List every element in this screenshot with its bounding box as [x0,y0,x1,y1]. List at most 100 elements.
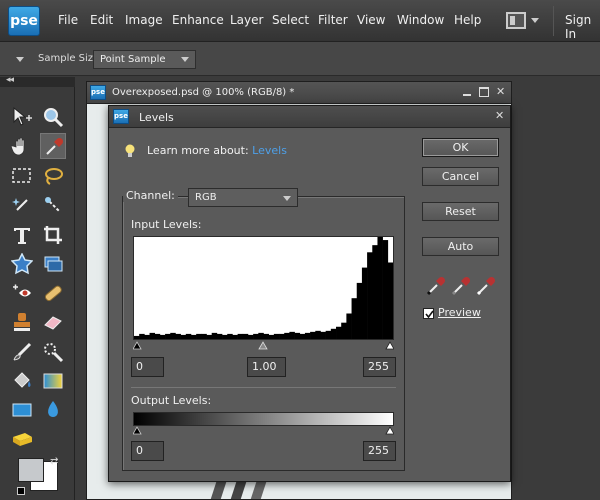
input-gamma-handle[interactable] [258,341,268,350]
straighten-tool-icon[interactable] [40,251,66,277]
workspace-switcher[interactable] [502,9,546,33]
brush-tool-icon[interactable] [9,339,35,365]
red-eye-tool-icon[interactable] [9,280,35,306]
histogram-bar [201,333,207,339]
app-window: pse File Edit Image Enhance Layer Select… [0,0,600,500]
histogram-bar [216,333,223,339]
learn-more-prefix: Learn more about: [147,144,253,157]
sample-size-value: Point Sample [100,54,166,65]
menu-image[interactable]: Image [125,13,163,27]
chevron-down-icon [283,196,291,201]
preview-checkbox[interactable] [423,308,434,319]
menu-select[interactable]: Select [272,13,309,27]
menu-layer[interactable]: Layer [230,13,263,27]
histogram-bar [134,335,140,339]
output-levels-label: Output Levels: [131,394,212,407]
tool-options-bar: Sample Size: Point Sample [0,42,600,76]
cancel-button[interactable]: Cancel [422,167,499,186]
histogram-bar [196,333,202,339]
maximize-icon[interactable] [479,87,489,97]
histogram-bar [211,332,218,339]
output-white-field[interactable]: 255 [363,441,396,461]
output-white-handle[interactable] [385,426,394,435]
menu-enhance[interactable]: Enhance [172,13,224,27]
swap-colors-icon[interactable]: ⇄ [50,456,58,467]
hand-tool-icon[interactable] [9,133,35,159]
levels-title-bar[interactable]: pse Levels ✕ [109,106,510,128]
input-black-handle[interactable] [133,341,142,350]
move-tool-icon[interactable] [9,104,35,130]
histogram-bar [382,240,389,339]
collapse-arrows-icon: ◂◂ [6,75,14,85]
paint-bucket-tool-icon[interactable] [9,368,35,394]
histogram-bar [372,245,378,339]
type-tool-icon[interactable] [9,222,35,248]
input-gamma-field[interactable]: 1.00 [247,357,286,377]
input-white-field[interactable]: 255 [363,357,396,377]
histogram-bar [149,332,156,339]
channel-select[interactable]: RGB [188,188,298,207]
histogram-bar [279,333,285,339]
magic-wand-tool-icon[interactable] [9,192,35,218]
input-white-handle[interactable] [385,341,394,350]
sample-size-select[interactable]: Point Sample [93,50,196,69]
histogram-bar [289,331,295,339]
histogram-bar [232,334,238,339]
marquee-tool-icon[interactable] [9,163,35,189]
healing-brush-tool-icon[interactable] [40,280,66,306]
histogram-bar [253,333,259,339]
menu-filter[interactable]: Filter [318,13,348,27]
toolbox-header[interactable]: ◂◂ [0,75,75,87]
input-levels-slider[interactable] [133,340,394,350]
blur-tool-icon[interactable] [40,397,66,423]
histogram-bar [222,334,228,339]
output-levels-slider[interactable] [133,425,394,435]
auto-button[interactable]: Auto [422,237,499,256]
output-black-field[interactable]: 0 [131,441,164,461]
histogram-bar [325,330,332,339]
menu-window[interactable]: Window [397,13,444,27]
zoom-tool-icon[interactable] [40,104,66,130]
channel-label: Channel: [123,189,178,202]
eyedropper-tool-icon[interactable] [40,133,66,159]
sign-in-link[interactable]: Sign In [565,13,600,41]
menu-help[interactable]: Help [454,13,481,27]
chevron-down-icon [531,18,539,23]
close-icon[interactable]: ✕ [496,85,505,98]
menu-view[interactable]: View [357,13,385,27]
sponge-tool-icon[interactable] [9,426,35,452]
document-title-bar[interactable]: pse Overexposed.psd @ 100% (RGB/8) * ✕ [87,82,511,104]
output-black-handle[interactable] [133,426,142,435]
options-collapse-icon[interactable] [16,57,24,62]
black-point-eyedropper-icon[interactable] [425,273,447,297]
menu-divider [553,6,554,36]
histogram-bar [139,333,145,339]
toolbox: ◂◂ ⇄ [0,75,75,500]
input-levels-label: Input Levels: [131,218,202,231]
gray-point-eyedropper-icon[interactable] [450,273,472,297]
histogram-bar [336,326,342,339]
shape-tool-icon[interactable] [9,397,35,423]
close-icon[interactable]: ✕ [495,109,504,122]
default-colors-icon[interactable] [17,487,25,495]
crop-tool-icon[interactable] [40,222,66,248]
reset-button[interactable]: Reset [422,202,499,221]
preview-label[interactable]: Preview [438,306,481,319]
learn-more-link[interactable]: Levels [252,144,287,157]
menu-file[interactable]: File [58,13,78,27]
input-black-field[interactable]: 0 [131,357,164,377]
gradient-tool-icon[interactable] [40,368,66,394]
smart-brush-tool-icon[interactable] [40,339,66,365]
histogram-bar [273,333,280,339]
eraser-tool-icon[interactable] [40,309,66,335]
quick-selection-tool-icon[interactable] [40,192,66,218]
menu-edit[interactable]: Edit [90,13,113,27]
histogram-bar [387,262,393,339]
minimize-icon[interactable] [462,87,472,97]
ok-button[interactable]: OK [422,138,499,157]
white-point-eyedropper-icon[interactable] [475,273,497,297]
cookie-cutter-tool-icon[interactable] [9,251,35,277]
foreground-color-swatch[interactable] [18,458,44,482]
lasso-tool-icon[interactable] [40,163,66,189]
clone-stamp-tool-icon[interactable] [9,309,35,335]
